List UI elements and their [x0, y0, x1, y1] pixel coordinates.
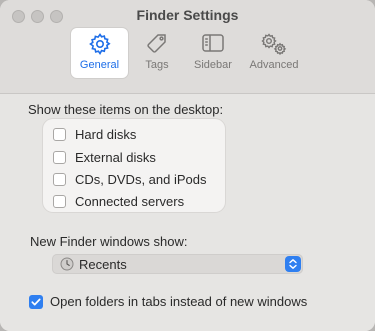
- checkbox-label: CDs, DVDs, and iPods: [75, 171, 207, 187]
- checkbox-box[interactable]: [53, 172, 66, 186]
- checkbox-external-disks[interactable]: External disks: [53, 148, 156, 166]
- tab-sidebar[interactable]: Sidebar: [188, 28, 238, 78]
- checkbox-box[interactable]: [53, 194, 66, 208]
- checkbox-label: Open folders in tabs instead of new wind…: [50, 294, 308, 309]
- finder-settings-window: Finder Settings General Tags Sidebar Adv…: [0, 0, 375, 331]
- tab-general[interactable]: General: [71, 28, 128, 78]
- gears-icon: [260, 32, 288, 59]
- checkbox-connected-servers[interactable]: Connected servers: [53, 192, 184, 210]
- tag-icon: [145, 32, 169, 59]
- sidebar-icon: [201, 32, 225, 57]
- general-pane: Show these items on the desktop: Hard di…: [0, 94, 375, 331]
- tab-tags-label: Tags: [145, 59, 169, 71]
- window-title: Finder Settings: [136, 7, 239, 23]
- desktop-items-heading: Show these items on the desktop:: [28, 102, 224, 117]
- checkbox-checked[interactable]: [29, 294, 43, 309]
- desktop-items-group: Hard disks External disks CDs, DVDs, and…: [43, 119, 225, 212]
- new-window-label: New Finder windows show:: [30, 234, 188, 249]
- tab-sidebar-label: Sidebar: [194, 59, 232, 71]
- chevron-updown-icon[interactable]: [285, 256, 301, 272]
- tab-general-label: General: [79, 59, 120, 71]
- new-window-select[interactable]: Recents: [52, 254, 303, 274]
- tab-tags[interactable]: Tags: [137, 28, 177, 78]
- tab-advanced[interactable]: Advanced: [243, 28, 305, 78]
- clock-icon: [60, 257, 74, 276]
- checkbox-box[interactable]: [53, 150, 66, 164]
- tab-advanced-label: Advanced: [249, 59, 299, 71]
- checkbox-open-in-tabs[interactable]: Open folders in tabs instead of new wind…: [29, 294, 307, 309]
- checkbox-hard-disks[interactable]: Hard disks: [53, 125, 136, 143]
- gear-icon: [88, 32, 112, 59]
- checkmark-icon: [31, 298, 41, 305]
- checkbox-label: Connected servers: [75, 193, 185, 209]
- checkbox-box[interactable]: [53, 127, 66, 141]
- checkbox-label: Hard disks: [75, 126, 137, 142]
- checkbox-cds-dvds-ipods[interactable]: CDs, DVDs, and iPods: [53, 170, 207, 188]
- checkbox-label: External disks: [75, 149, 156, 165]
- new-window-select-value: Recents: [79, 257, 127, 272]
- toolbar: Finder Settings General Tags Sidebar Adv…: [0, 0, 375, 94]
